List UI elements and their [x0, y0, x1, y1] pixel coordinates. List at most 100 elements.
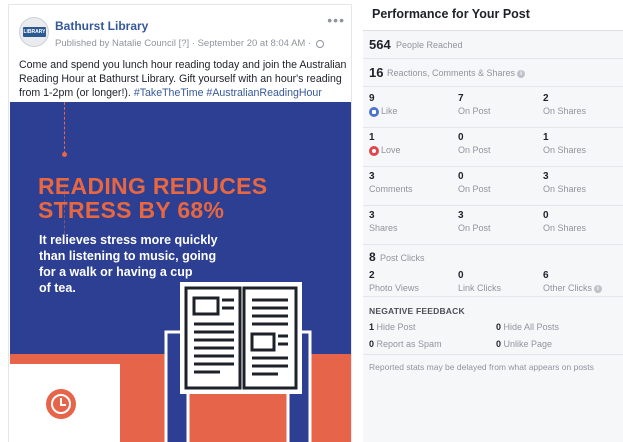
globe-icon [315, 39, 324, 48]
comments-on-shares-label: On Shares [543, 184, 587, 194]
hide-all-posts-count: 0 [496, 322, 502, 332]
comments-on-shares-count: 3 [543, 171, 549, 182]
shares-on-shares-count: 0 [543, 210, 549, 221]
like-icon [369, 106, 379, 117]
hide-all-posts-stat: 0 Hide All Posts [496, 322, 559, 332]
link-clicks-count: 0 [458, 270, 464, 281]
post-timestamp[interactable]: September 20 at 8:04 AM · [198, 38, 312, 49]
like-row: 9 Like 7 On Post 2 On Shares [363, 89, 623, 128]
love-label: Love [381, 145, 401, 155]
help-badge[interactable]: [?] [179, 38, 190, 49]
engagement-row: 16 Reactions, Comments & Shares i [363, 59, 623, 87]
post-card: LIBRARY Bathurst Library Published by Na… [8, 4, 352, 442]
love-on-post-count: 0 [458, 132, 464, 143]
post-header: LIBRARY Bathurst Library Published by Na… [9, 5, 351, 53]
love-count: 1 [369, 132, 375, 143]
love-on-post-cell: 0 On Post [458, 131, 491, 156]
love-cell: 1 Love [369, 131, 401, 156]
other-clicks-cell: 6 Other Clicks i [543, 269, 603, 294]
hide-post-label: Hide Post [376, 322, 416, 332]
more-options-button[interactable]: ••• [327, 13, 345, 27]
comments-on-post-cell: 0 On Post [458, 170, 491, 195]
love-icon [369, 145, 379, 156]
shares-label: Shares [369, 223, 398, 233]
hide-post-stat: 1 Hide Post [369, 322, 416, 332]
shares-row: 3 Shares 3 On Post 0 On Shares [363, 206, 623, 245]
post-clicks-row: 8 Post Clicks [363, 245, 623, 267]
insights-body: 564 People Reached 16 Reactions, Comment… [363, 30, 623, 442]
other-clicks-count: 6 [543, 270, 549, 281]
reach-row: 564 People Reached [363, 31, 623, 59]
shares-on-post-label: On Post [458, 223, 491, 233]
comments-row: 3 Comments 0 On Post 3 On Shares [363, 167, 623, 206]
comments-on-post-label: On Post [458, 184, 491, 194]
post-clicks-label: Post Clicks [380, 253, 425, 263]
image-headline: READING REDUCES STRESS BY 68% [38, 173, 268, 223]
comments-on-shares-cell: 3 On Shares [543, 170, 586, 195]
like-cell: 9 Like [369, 92, 398, 117]
post-image[interactable]: READING REDUCES STRESS BY 68% It relieve… [10, 102, 351, 442]
love-row: 1 Love 0 On Post 1 On Shares [363, 128, 623, 167]
like-on-shares-label: On Shares [543, 106, 587, 116]
shares-on-shares-cell: 0 On Shares [543, 209, 586, 234]
hide-all-posts-label: Hide All Posts [503, 322, 560, 332]
clock-icon [46, 389, 76, 419]
love-on-shares-label: On Shares [543, 145, 587, 155]
reach-label: People Reached [396, 40, 463, 50]
other-clicks-label: Other Clicks [543, 283, 593, 293]
info-icon[interactable]: i [517, 69, 526, 78]
love-on-shares-count: 1 [543, 132, 549, 143]
photo-views-count: 2 [369, 270, 375, 281]
shares-on-shares-label: On Shares [543, 223, 587, 233]
like-on-post-count: 7 [458, 93, 464, 104]
like-on-post-cell: 7 On Post [458, 92, 491, 117]
unlike-page-count: 0 [496, 339, 502, 349]
engagement-label-text: Reactions, Comments & Shares [387, 68, 516, 78]
comments-on-post-count: 0 [458, 171, 464, 182]
report-spam-count: 0 [369, 339, 375, 349]
decorative-dashed-line [64, 102, 65, 154]
like-count: 9 [369, 93, 375, 104]
post-clicks-value: 8 [369, 250, 376, 264]
like-on-shares-cell: 2 On Shares [543, 92, 586, 117]
link-clicks-label: Link Clicks [458, 283, 502, 293]
report-spam-stat: 0 Report as Spam [369, 339, 442, 349]
page-name-link[interactable]: Bathurst Library [55, 19, 148, 33]
negative-feedback-heading: NEGATIVE FEEDBACK [369, 306, 465, 316]
click-breakdown-row: 2 Photo Views 0 Link Clicks 6 Other Clic… [363, 267, 623, 297]
meta-separator: · [191, 38, 195, 49]
unlike-page-label: Unlike Page [503, 339, 553, 349]
like-on-shares-count: 2 [543, 93, 549, 104]
love-on-post-label: On Post [458, 145, 491, 155]
comments-cell: 3 Comments [369, 170, 413, 195]
shares-cell: 3 Shares [369, 209, 398, 234]
shares-on-post-cell: 3 On Post [458, 209, 491, 234]
shares-on-post-count: 3 [458, 210, 464, 221]
panel-title: Performance for Your Post [372, 7, 530, 21]
engagement-label: Reactions, Comments & Shares i [387, 68, 526, 78]
comments-label: Comments [369, 184, 413, 194]
reach-value: 564 [369, 37, 391, 52]
decorative-dot [62, 152, 67, 157]
page-avatar[interactable]: LIBRARY [19, 17, 49, 47]
link-clicks-cell: 0 Link Clicks [458, 269, 501, 294]
photo-views-label: Photo Views [369, 283, 419, 293]
unlike-page-stat: 0 Unlike Page [496, 339, 552, 349]
like-label: Like [381, 106, 398, 116]
photo-views-cell: 2 Photo Views [369, 269, 419, 294]
avatar-logo-text: LIBRARY [23, 27, 46, 37]
post-meta: Published by Natalie Council [?] · Septe… [55, 38, 324, 49]
published-by[interactable]: Published by Natalie Council [55, 38, 176, 49]
like-on-post-label: On Post [458, 106, 491, 116]
info-icon[interactable]: i [594, 284, 603, 293]
hide-post-count: 1 [369, 322, 375, 332]
love-on-shares-cell: 1 On Shares [543, 131, 586, 156]
insights-panel: Performance for Your Post 564 People Rea… [363, 0, 623, 442]
post-hashtags[interactable]: #TakeTheTime #AustralianReadingHour [134, 87, 322, 99]
stats-footnote: Reported stats may be delayed from what … [369, 362, 594, 372]
open-book-illustration [164, 282, 312, 442]
report-spam-label: Report as Spam [376, 339, 442, 349]
shares-count: 3 [369, 210, 375, 221]
engagement-value: 16 [369, 65, 384, 80]
divider [363, 354, 623, 355]
